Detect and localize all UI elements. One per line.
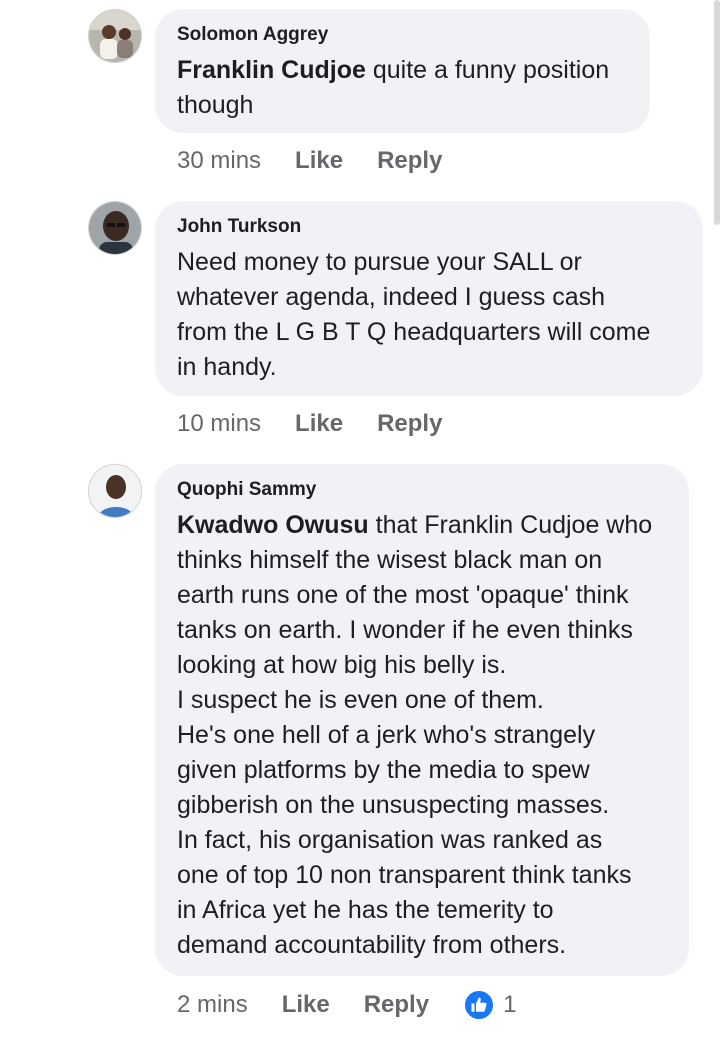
reaction-summary[interactable]: 1 <box>463 989 516 1021</box>
avatar[interactable] <box>88 9 142 63</box>
comment-text: Kwadwo Owusu that Franklin Cudjoe who th… <box>177 511 653 959</box>
comment-text: Franklin Cudjoe quite a funny position t… <box>177 56 610 119</box>
mention-link[interactable]: Kwadwo Owusu <box>177 511 369 539</box>
avatar[interactable] <box>88 201 142 255</box>
comment-time[interactable]: 2 mins <box>177 991 248 1019</box>
avatar-photo-icon <box>89 10 141 62</box>
reaction-count: 1 <box>503 991 517 1018</box>
avatar-photo-icon <box>89 202 141 254</box>
comment-time[interactable]: 30 mins <box>177 147 261 175</box>
scrollbar[interactable] <box>714 0 720 225</box>
reply-button[interactable]: Reply <box>377 147 442 175</box>
comment-actions: 2 mins Like Reply 1 <box>177 988 516 1022</box>
comment-time[interactable]: 10 mins <box>177 410 261 438</box>
like-button[interactable]: Like <box>295 410 343 438</box>
comment-author[interactable]: Quophi Sammy <box>177 478 667 502</box>
comment-actions: 30 mins Like Reply <box>177 144 476 178</box>
thumbs-up-icon <box>463 989 496 1021</box>
avatar-photo-icon <box>89 465 141 517</box>
reply-button[interactable]: Reply <box>364 991 429 1019</box>
comment-actions: 10 mins Like Reply <box>177 407 476 441</box>
comment-author[interactable]: John Turkson <box>177 215 681 239</box>
comment-bubble: John Turkson Need money to pursue your S… <box>155 201 703 396</box>
comment-bubble: Solomon Aggrey Franklin Cudjoe quite a f… <box>155 9 650 133</box>
reply-button[interactable]: Reply <box>377 410 442 438</box>
like-button[interactable]: Like <box>282 991 330 1019</box>
like-button[interactable]: Like <box>295 147 343 175</box>
comment-author[interactable]: Solomon Aggrey <box>177 23 628 47</box>
mention-link[interactable]: Franklin Cudjoe <box>177 56 366 84</box>
avatar[interactable] <box>88 464 142 518</box>
comment-bubble: Quophi Sammy Kwadwo Owusu that Franklin … <box>155 464 689 976</box>
comment-text: Need money to pursue your SALL or whatev… <box>177 248 651 381</box>
